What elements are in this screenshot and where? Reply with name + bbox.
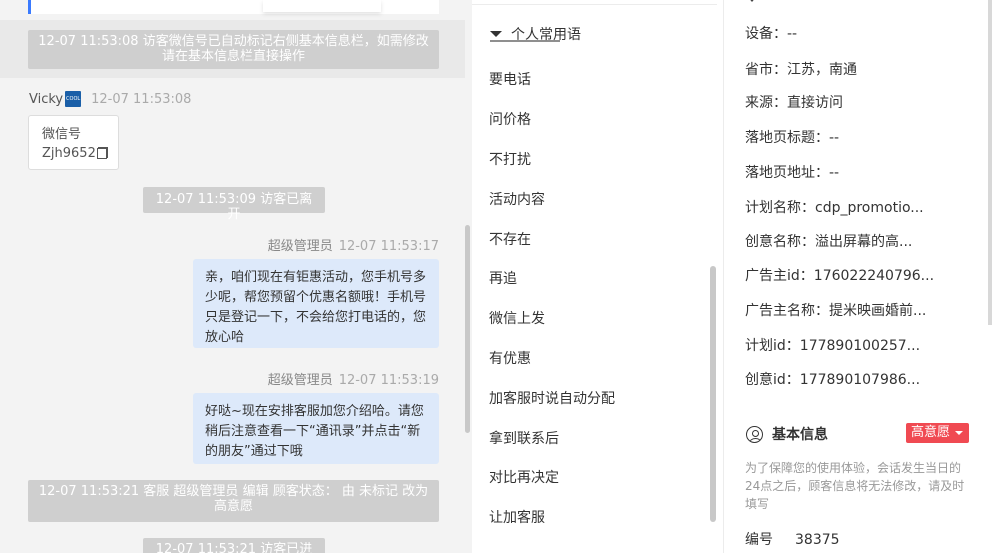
info-value: -- bbox=[829, 165, 840, 181]
info-row-source: 来源：直接访问 bbox=[745, 92, 843, 112]
visitor-name: Vicky bbox=[29, 91, 64, 107]
phrase-item[interactable]: 有优惠 bbox=[489, 348, 531, 368]
info-value: 177890100257... bbox=[799, 338, 921, 354]
info-row-advertiser-id: 广告主id：176022240796... bbox=[745, 265, 934, 285]
chat-scrollbar[interactable] bbox=[465, 225, 470, 433]
scrolled-item-edge bbox=[490, 40, 560, 46]
phrase-item[interactable]: 不打扰 bbox=[489, 149, 531, 169]
phrase-item[interactable]: 活动内容 bbox=[489, 189, 545, 209]
copy-icon[interactable] bbox=[96, 147, 108, 159]
info-label: 计划id： bbox=[745, 338, 800, 354]
phrases-panel: 个人常用语 要电话 问价格 不打扰 活动内容 不存在 再追 微信上发 有优惠 加… bbox=[472, 0, 724, 553]
agent-message-bubble: 亲，咱们现在有钜惠活动，您手机号多少呢，帮您预留个优惠名额哦！手机号只是登记一下… bbox=[193, 259, 439, 348]
phrase-item[interactable]: 微信上发 bbox=[489, 308, 545, 328]
info-value: -- bbox=[787, 26, 798, 42]
customer-id-label: 编号 bbox=[745, 532, 773, 548]
info-row-landing-title: 落地页标题：-- bbox=[745, 127, 839, 147]
info-value: 提米映画婚前... bbox=[829, 303, 927, 319]
wechat-card[interactable]: 微信号 Zjh9652 bbox=[28, 115, 119, 170]
info-value: 177890107986... bbox=[799, 372, 921, 388]
agent-name: 超级管理员 bbox=[267, 239, 333, 254]
agent-message-time: 12-07 11:53:19 bbox=[338, 373, 439, 388]
info-label: 广告主名称： bbox=[745, 303, 829, 319]
system-message-auto-tag: 12-07 11:53:08 访客微信号已自动标记右侧基本信息栏，如需修改请在基… bbox=[28, 30, 439, 69]
phrase-item[interactable]: 要电话 bbox=[489, 69, 531, 89]
system-message-status-change: 12-07 11:53:21 客服 超级管理员 编辑 顾客状态： 由 未标记 改… bbox=[28, 480, 439, 522]
wechat-card-value: Zjh9652 bbox=[42, 146, 96, 161]
caret-down-icon bbox=[490, 31, 502, 37]
phrase-item[interactable]: 加客服时说自动分配 bbox=[489, 388, 615, 408]
caret-down-icon[interactable] bbox=[747, 0, 757, 2]
system-message-visitor-joined: 12-07 11:53:21 访客已进线 bbox=[143, 538, 325, 553]
visitor-avatar-icon: COOL bbox=[65, 91, 82, 107]
phrase-item[interactable]: 拿到联系后 bbox=[489, 428, 559, 448]
info-label: 省市： bbox=[745, 62, 787, 78]
info-value: -- bbox=[829, 130, 840, 146]
info-label: 计划名称： bbox=[745, 200, 815, 216]
wechat-card-label: 微信号 bbox=[42, 127, 82, 142]
phrase-item[interactable]: 再追 bbox=[489, 268, 517, 288]
info-value: 溢出屏幕的高... bbox=[815, 234, 913, 250]
info-row-plan-name: 计划名称：cdp_promotio... bbox=[745, 197, 924, 217]
info-row-plan-id: 计划id：177890100257... bbox=[745, 335, 920, 355]
info-row-creative-name: 创意名称：溢出屏幕的高... bbox=[745, 231, 912, 251]
caret-down-icon bbox=[955, 431, 963, 435]
phrase-item[interactable]: 问价格 bbox=[489, 109, 531, 129]
agent-message-header: 超级管理员 12-07 11:53:19 bbox=[268, 369, 439, 388]
edit-deadline-notice: 为了保障您的使用体验，会话发生当日的24点之后，顾客信息将无法修改，请及时填写 bbox=[745, 461, 965, 511]
previous-card-edge bbox=[263, 0, 381, 12]
customer-id-value: 38375 bbox=[795, 532, 840, 548]
chat-panel: 12-07 11:53:08 访客微信号已自动标记右侧基本信息栏，如需修改请在基… bbox=[0, 0, 472, 553]
intent-status-dropdown[interactable]: 高意愿 bbox=[906, 423, 969, 443]
info-value: 江苏，南通 bbox=[787, 62, 857, 78]
info-label: 广告主id： bbox=[745, 268, 814, 284]
agent-name: 超级管理员 bbox=[267, 373, 333, 388]
visitor-message-time: 12-07 11:53:08 bbox=[91, 91, 192, 107]
info-row-device: 设备：-- bbox=[745, 23, 797, 43]
info-label: 落地页地址： bbox=[745, 165, 829, 181]
visitor-message-header: Vicky COOL 12-07 11:53:08 bbox=[29, 91, 191, 107]
phrase-item[interactable]: 不存在 bbox=[489, 229, 531, 249]
divider bbox=[472, 4, 717, 5]
info-row-region: 省市：江苏，南通 bbox=[745, 59, 857, 79]
previous-message-edge bbox=[28, 0, 439, 14]
agent-message-time: 12-07 11:53:17 bbox=[338, 239, 439, 254]
info-scrollbar[interactable] bbox=[988, 0, 992, 325]
agent-message-header: 超级管理员 12-07 11:53:17 bbox=[268, 235, 439, 254]
phrase-item[interactable]: 让加客服 bbox=[489, 507, 545, 527]
info-value: cdp_promotio... bbox=[815, 200, 924, 216]
user-circle-icon bbox=[746, 425, 763, 443]
info-label: 设备： bbox=[745, 26, 787, 42]
info-label: 来源： bbox=[745, 95, 787, 111]
basic-info-section-title: 基本信息 bbox=[746, 424, 828, 444]
info-label: 落地页标题： bbox=[745, 130, 829, 146]
info-value: 176022240796... bbox=[813, 268, 935, 284]
info-row-advertiser-name: 广告主名称：提米映画婚前... bbox=[745, 300, 926, 320]
system-message-visitor-left: 12-07 11:53:09 访客已离开 bbox=[143, 187, 325, 222]
info-label: 创意id： bbox=[745, 372, 800, 388]
agent-message-bubble: 好哒~现在安排客服加您介绍哈。请您稍后注意查看一下“通讯录”并点击“新的朋友”通… bbox=[193, 393, 439, 464]
info-row-landing-url: 落地页地址：-- bbox=[745, 162, 839, 182]
phrases-scrollbar[interactable] bbox=[710, 266, 716, 522]
phrase-item[interactable]: 对比再决定 bbox=[489, 467, 559, 487]
info-label: 创意名称： bbox=[745, 234, 815, 250]
customer-id-row: 编号 38375 bbox=[745, 529, 840, 549]
intent-status-label: 高意愿 bbox=[911, 425, 951, 440]
info-value: 直接访问 bbox=[787, 95, 843, 111]
section-title-text: 基本信息 bbox=[772, 427, 828, 443]
info-row-creative-id: 创意id：177890107986... bbox=[745, 369, 920, 389]
